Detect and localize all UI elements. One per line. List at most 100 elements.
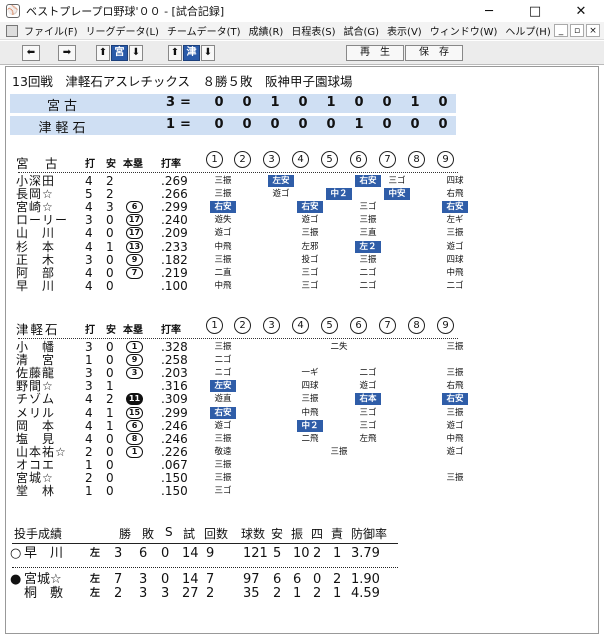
plate-appearance-result: 中飛 <box>214 241 232 252</box>
hits: 1 <box>106 405 114 420</box>
pitcher-row[interactable]: 桐 敷左 2 3 3 27 2 35 2 1 2 1 4.59 <box>6 587 406 601</box>
team-tsugaruishi-button[interactable]: 津 <box>183 45 200 61</box>
pitcher-row[interactable]: ● 宮城☆ 左 7 3 0 14 7 97 6 6 0 2 1.90 <box>6 573 406 587</box>
inning-runs: 0 <box>270 117 280 132</box>
menu-game[interactable]: 試合(G) <box>339 23 383 38</box>
total-runs: 3 <box>165 95 175 110</box>
document-icon[interactable] <box>6 24 18 37</box>
plate-appearance-result: 右飛 <box>446 381 464 392</box>
hits: 0 <box>106 340 114 354</box>
down-arrow-icon[interactable]: ⬇ <box>129 45 143 61</box>
menu-file[interactable]: ファイル(F) <box>20 23 82 38</box>
plate-appearance-result: 三振 <box>214 176 232 186</box>
mdi-restore-button[interactable]: ▫ <box>570 24 584 37</box>
batter-row[interactable]: チゾム 4 2 11 .309 遊直 三振 右本 右安 <box>6 392 468 407</box>
plate-appearance-result: 三振 <box>446 228 464 239</box>
batter-row[interactable]: 堂 林 1 0 .150 三ゴ <box>6 485 466 498</box>
pitcher-stat: 1.90 <box>351 572 380 587</box>
batter-row[interactable]: 清 宮 1 0 9.258 二ゴ <box>6 354 466 367</box>
batting-average: .150 <box>161 484 188 499</box>
pitcher-stat: 6 <box>273 572 282 587</box>
hits: 2 <box>106 174 114 188</box>
plate-appearance-result: 右飛 <box>446 189 464 200</box>
batter-row[interactable]: 小 幡 3 0 1.328 三振 二失 三振 <box>6 341 466 354</box>
hits: 0 <box>106 431 114 446</box>
col-h: 安 <box>106 325 116 336</box>
batter-row[interactable]: 塩 見 4 0 8 .246 三振 二飛 左飛 中飛 <box>6 431 466 446</box>
batter-row[interactable]: 正 木 3 0 9 .182 三振 投ゴ 三振 四球 <box>6 253 466 267</box>
plate-appearance-result: 三振 <box>446 368 464 379</box>
inning-number: 7 <box>379 151 396 168</box>
at-bats: 4 <box>85 431 93 446</box>
batter-row[interactable]: 阿 部 4 0 7 .219 二直 三ゴ 二ゴ 中飛 <box>6 265 466 280</box>
mdi-minimize-button[interactable]: _ <box>554 24 568 37</box>
up-arrow-icon[interactable]: ⬆ <box>168 45 182 61</box>
inning-runs: 0 <box>298 95 308 110</box>
menu-records[interactable]: 成績(R) <box>245 23 288 38</box>
divider <box>18 338 458 339</box>
batter-row[interactable]: 山 川 4 0 17 .209 遊ゴ 三振 三直 三振 <box>6 227 466 240</box>
batter-row[interactable]: 長岡☆ 5 2.266 三振 遊ゴ 中２ 中安 右飛 <box>6 188 466 201</box>
batter-row[interactable]: 佐藤龍 3 0 3 .203 ニゴ 一ギ 二ゴ 三振 <box>6 367 466 380</box>
plate-appearance-result: 投ゴ <box>301 254 319 265</box>
pitcher-stat: 2 <box>114 586 123 601</box>
col-saves: S <box>165 525 173 539</box>
menu-window[interactable]: ウィンドウ(W) <box>426 23 502 38</box>
batter-row[interactable]: 早 川 4 0 .100 中飛 三ゴ 二ゴ 二ゴ <box>6 279 466 293</box>
mdi-close-button[interactable]: × <box>586 24 600 37</box>
prev-arrow-icon[interactable]: ⬅ <box>22 45 40 61</box>
pitcher-stat: 2 <box>333 572 342 587</box>
plate-appearance-result: 右安 <box>442 393 468 406</box>
plate-appearance-result: 中飛 <box>446 433 464 444</box>
maximize-button[interactable]: □ <box>512 0 558 22</box>
batter-row[interactable]: 山本祐☆ 2 0 1 .226 敬遠 三振 遊ゴ <box>6 445 466 459</box>
menu-view[interactable]: 表示(V) <box>383 23 426 38</box>
batter-row[interactable]: メリル 4 1 15 .299 右安 中飛 三ゴ 三振 <box>6 405 466 420</box>
close-button[interactable]: ✕ <box>558 0 604 22</box>
minimize-button[interactable]: ─ <box>466 0 512 22</box>
plate-appearance-result: 二失 <box>330 342 348 352</box>
throwing-hand: 左 <box>90 548 100 559</box>
batting-average: .309 <box>161 392 188 407</box>
menu-team-data[interactable]: チームデータ(T) <box>163 23 245 38</box>
save-button[interactable]: 保 存 <box>405 45 463 61</box>
batter-row[interactable]: 宮崎☆ 4 3 6 .299 右安 右安 三ゴ 右安 <box>6 201 468 214</box>
inning-runs: 1 <box>270 95 280 110</box>
plate-appearance-result: 中飛 <box>301 407 319 418</box>
menu-league-data[interactable]: リーグデータ(L) <box>82 23 163 38</box>
batter-row[interactable]: ローリー 3 0 17 .240 遊失 遊ゴ 三振 左ギ <box>6 214 466 227</box>
batter-row[interactable]: 杉 本 4 1 13 .233 中飛 左邪 左２ 遊ゴ <box>6 240 466 254</box>
plate-appearance-result: 三振 <box>214 473 232 483</box>
pitcher-stat: 6 <box>139 546 148 561</box>
batter-row[interactable]: 宮城☆ 2 0 .150 三振 三振 <box>6 472 466 485</box>
plate-appearance-result: 右本 <box>355 393 381 406</box>
menu-help[interactable]: ヘルプ(H) <box>501 23 554 38</box>
pitcher-stat: 10 <box>293 546 310 561</box>
pitcher-stat: 35 <box>243 586 260 601</box>
up-arrow-icon[interactable]: ⬆ <box>96 45 110 61</box>
inning-number: 8 <box>408 151 425 168</box>
team-miyako-button[interactable]: 宮 <box>111 45 128 61</box>
hits: 0 <box>106 226 114 241</box>
linescore-row: 津軽石 1 = 0 0 0 0 0 1 0 0 0 <box>10 116 456 136</box>
home-runs-badge: 8 <box>126 432 143 445</box>
menu-schedule[interactable]: 日程表(S) <box>287 23 339 38</box>
next-arrow-icon[interactable]: ➡ <box>58 45 76 61</box>
batting-average: .219 <box>161 265 188 280</box>
equals-sign: = <box>180 117 191 132</box>
pitcher-row[interactable]: ○ 早 川 左 3 6 0 14 9 121 5 10 2 1 3.79 <box>6 547 406 561</box>
home-runs-badge: 9 <box>126 253 143 266</box>
down-arrow-icon[interactable]: ⬇ <box>201 45 215 61</box>
plate-appearance-result: 三ゴ <box>359 420 377 431</box>
batter-row[interactable]: 岡 本 4 1 6 .246 遊ゴ 中２ 三ゴ 遊ゴ <box>6 419 466 433</box>
batter-row[interactable]: オコエ 1 0 .067 三振 <box>6 458 466 472</box>
batter-row[interactable]: 野間☆ 3 1 .316 左安 四球 遊ゴ 右飛 <box>6 380 466 393</box>
batting-average: .269 <box>161 174 188 188</box>
replay-button[interactable]: 再 生 <box>346 45 404 61</box>
batter-name: ローリー <box>16 213 69 228</box>
pitcher-stat: 3 <box>161 586 170 601</box>
pitcher-stat: 7 <box>114 572 123 587</box>
inning-number: 6 <box>350 151 367 168</box>
batter-row[interactable]: 小深田 4 2 .269 三振 左安 右安 三ゴ 四球 <box>6 175 466 188</box>
at-bats: 4 <box>85 405 93 420</box>
